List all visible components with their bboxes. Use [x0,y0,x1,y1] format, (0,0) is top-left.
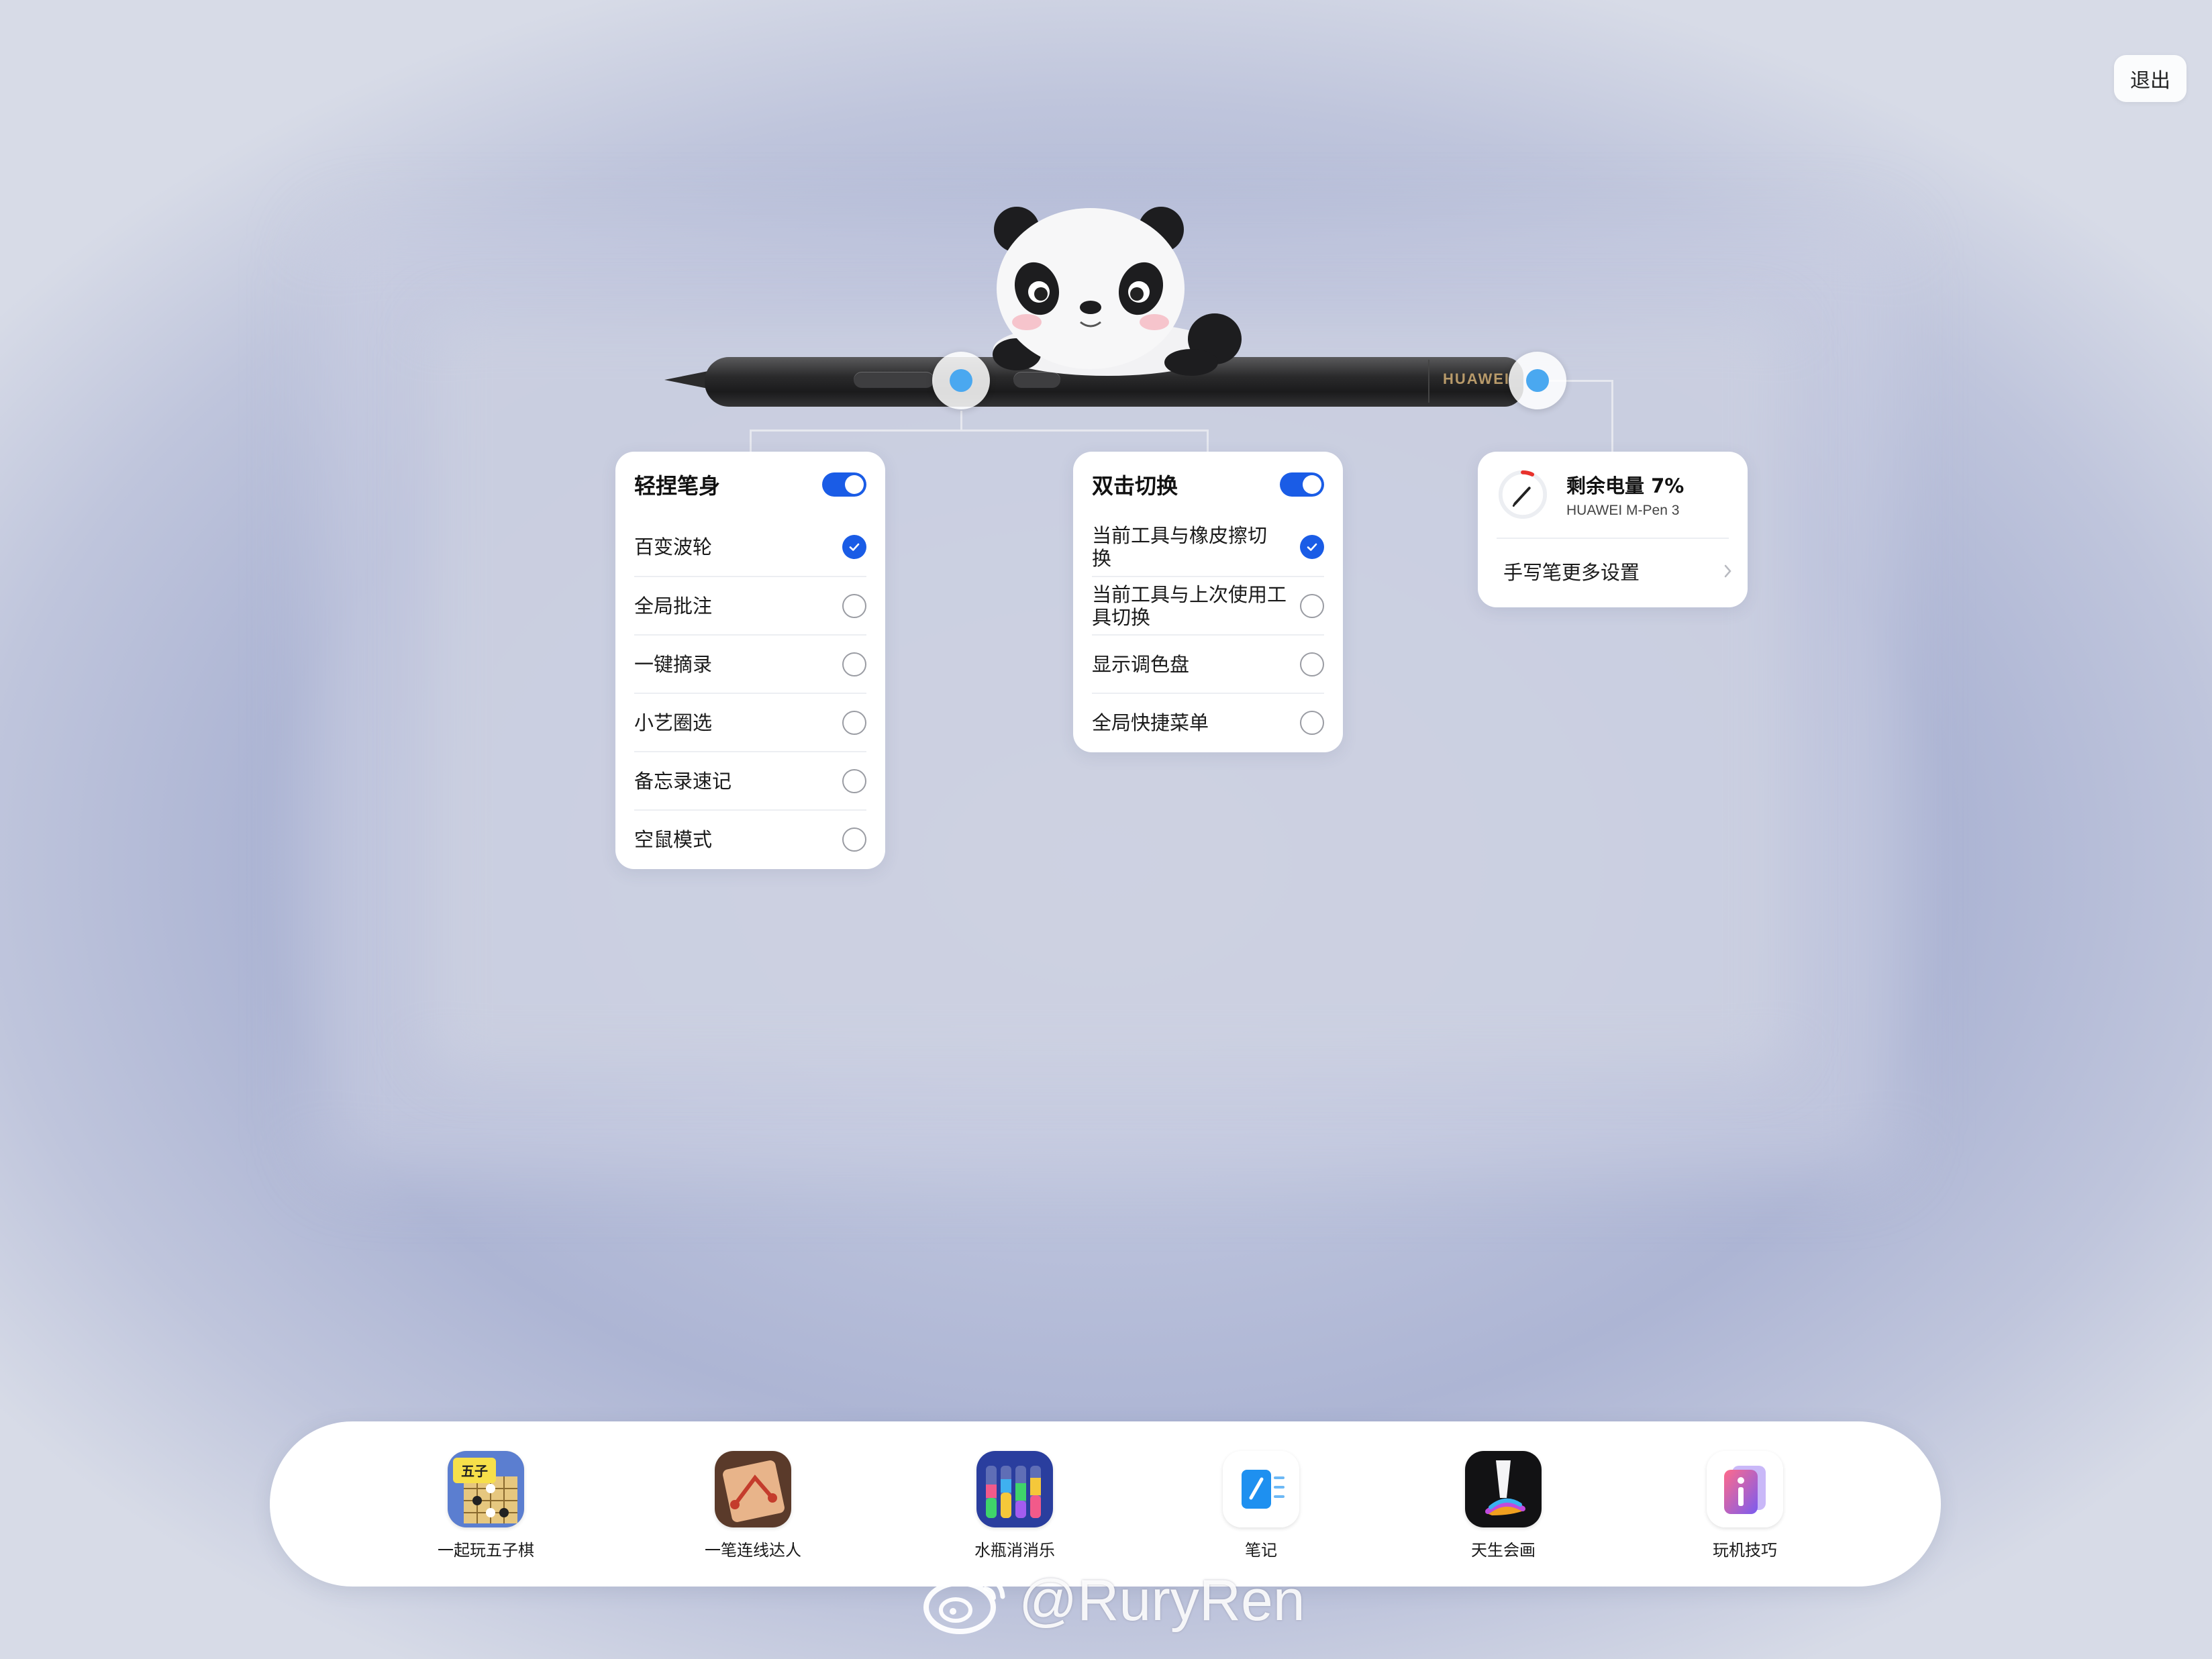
one-line-icon [715,1451,791,1527]
battery-level-label: 剩余电量 7% [1566,474,1685,497]
pen-model-label: HUAWEI M-Pen 3 [1566,503,1680,518]
pen-hotspot-squeeze[interactable] [932,352,990,409]
app-label: 一笔连线达人 [705,1541,801,1560]
panda-mascot-icon [993,207,1242,376]
double-tap-option-row[interactable]: 当前工具与上次使用工 具切换 [1092,576,1324,634]
app-label: 天生会画 [1471,1541,1536,1560]
double-tap-option-row[interactable]: 全局快捷菜单 [1092,693,1324,751]
option-label: 显示调色盘 [1092,653,1189,676]
option-label: 全局快捷菜单 [1092,711,1209,734]
app-label: 笔记 [1245,1541,1277,1560]
option-label-line1: 显示调色盘 [1092,652,1190,676]
option-label: 百变波轮 [634,535,713,558]
option-label: 备忘录速记 [634,769,732,793]
notes-icon [1223,1451,1299,1527]
option-label-line1: 当前工具与上次使用工 [1092,583,1287,606]
app-label: 一起玩五子棋 [438,1541,534,1560]
radio-unchecked-icon[interactable] [842,768,866,793]
watermark: @RuryRen [918,1564,1305,1638]
app-gomoku[interactable]: 五子 一起玩五子棋 [412,1451,560,1560]
radio-checked-icon[interactable] [842,534,866,559]
more-pen-settings-label: 手写笔更多设置 [1503,561,1640,584]
watermark-text: @RuryRen [1019,1568,1305,1633]
squeeze-card-title: 轻捏笔身 [634,473,721,499]
radio-unchecked-icon[interactable] [842,710,866,735]
radio-checked-icon[interactable] [1300,534,1324,559]
squeeze-option-row[interactable]: 小艺圈选 [634,693,866,751]
more-pen-settings-row[interactable]: 手写笔更多设置 [1478,539,1748,603]
squeeze-card: 轻捏笔身 百变波轮全局批注一键摘录小艺圈选备忘录速记空鼠模式 [615,452,885,869]
squeeze-toggle[interactable] [822,472,866,497]
radio-unchecked-icon[interactable] [1300,593,1324,618]
connector-mid-drop [1207,430,1209,452]
app-notes[interactable]: 笔记 [1187,1451,1335,1560]
squeeze-option-row[interactable]: 备忘录速记 [634,751,866,809]
app-painting[interactable]: 天生会画 [1429,1451,1577,1560]
double-tap-card: 双击切换 当前工具与橡皮擦切换当前工具与上次使用工 具切换 显示调色盘 全局快捷菜单 [1073,452,1343,752]
app-label: 水瓶消消乐 [974,1541,1055,1560]
connector-right-drop [1611,380,1613,452]
weibo-logo-icon [923,1576,1005,1634]
squeeze-option-row[interactable]: 百变波轮 [634,517,866,576]
exit-button[interactable]: 退出 [2114,55,2186,102]
squeeze-option-row[interactable]: 全局批注 [634,576,866,634]
option-label-line2: 具切换 [1092,605,1151,629]
connector-left-drop [750,430,752,452]
radio-unchecked-icon[interactable] [842,827,866,852]
option-label: 当前工具与橡皮擦切换 [1092,524,1267,570]
option-label: 小艺圈选 [634,711,713,734]
option-label: 一键摘录 [634,652,713,676]
app-tips[interactable]: 玩机技巧 [1671,1451,1819,1560]
option-label: 空鼠模式 [634,827,713,851]
radio-unchecked-icon[interactable] [842,652,866,676]
radio-unchecked-icon[interactable] [1300,710,1324,735]
option-label: 当前工具与上次使用工 具切换 [1092,583,1287,629]
app-dock: 五子 一起玩五子棋 一笔连线达人 水瓶消消乐 笔记 天生会画 玩机技巧 [270,1421,1941,1587]
chevron-right-icon [1724,564,1731,578]
pen-cap-seam [1428,360,1429,403]
bottle-sort-icon [976,1451,1053,1527]
tips-icon [1707,1451,1783,1527]
option-label-line1: 全局快捷菜单 [1092,711,1209,734]
option-label: 全局批注 [634,594,713,617]
squeeze-option-row[interactable]: 空鼠模式 [634,809,866,868]
option-label-line1: 当前工具与橡皮擦切 [1092,523,1268,547]
painting-icon [1465,1451,1542,1527]
battery-card: 剩余电量 7% HUAWEI M-Pen 3 手写笔更多设置 [1478,452,1748,607]
double-tap-option-row[interactable]: 当前工具与橡皮擦切换 [1092,517,1324,576]
svg-text:五子: 五子 [461,1463,488,1479]
option-label-line2: 换 [1092,546,1112,570]
pen-brand-label: HUAWEI [1443,370,1510,387]
pen-side-button-front [854,372,934,388]
connector-left-bar [750,430,1209,432]
pen-hotspot-battery[interactable] [1509,352,1566,409]
double-tap-card-title: 双击切换 [1092,473,1178,499]
double-tap-option-row[interactable]: 显示调色盘 [1092,634,1324,693]
gomoku-icon: 五子 [448,1451,524,1527]
app-bottle-sort[interactable]: 水瓶消消乐 [941,1451,1089,1560]
double-tap-toggle[interactable] [1280,472,1324,497]
battery-ring-icon [1498,470,1548,519]
app-label: 玩机技巧 [1713,1541,1777,1560]
squeeze-option-row[interactable]: 一键摘录 [634,634,866,693]
radio-unchecked-icon[interactable] [1300,652,1324,676]
app-one-line[interactable]: 一笔连线达人 [679,1451,827,1560]
radio-unchecked-icon[interactable] [842,593,866,618]
